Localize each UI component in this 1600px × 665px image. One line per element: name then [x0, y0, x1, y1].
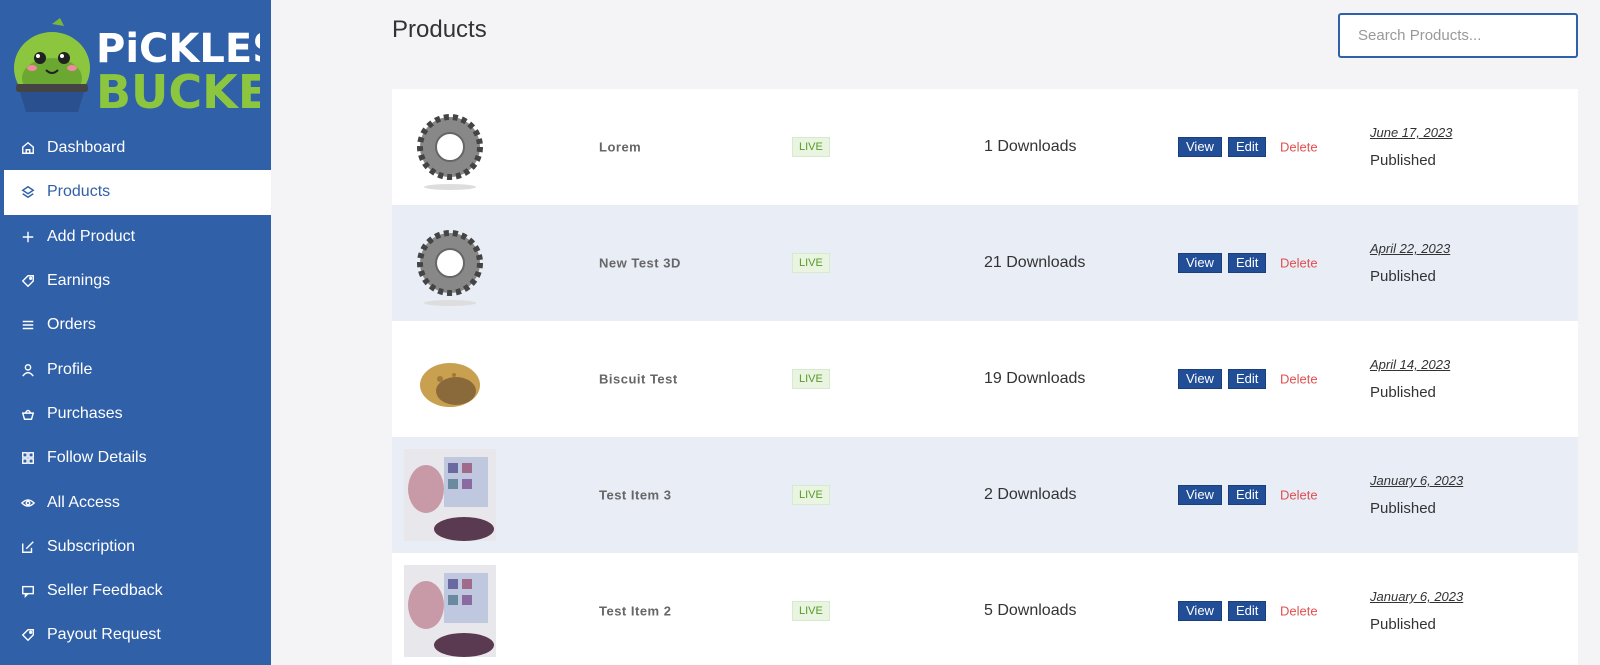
status-badge: LIVE	[792, 137, 830, 157]
status-badge: LIVE	[792, 253, 830, 273]
layers-icon	[20, 184, 36, 200]
publish-status: Published	[1370, 616, 1436, 633]
view-button[interactable]: View	[1178, 485, 1222, 505]
view-button[interactable]: View	[1178, 601, 1222, 621]
table-row: Biscuit Test LIVE 19 Downloads View Edit Dele…	[392, 321, 1578, 437]
delete-button[interactable]: Delete	[1280, 140, 1318, 155]
view-button[interactable]: View	[1178, 369, 1222, 389]
view-button[interactable]: View	[1178, 253, 1222, 273]
sidebar-item-all-access[interactable]: All Access	[0, 480, 271, 524]
photo-icon	[404, 449, 496, 541]
product-thumbnail[interactable]	[404, 565, 496, 657]
edit-button[interactable]: Edit	[1228, 369, 1267, 389]
eye-icon	[20, 495, 36, 511]
product-thumbnail[interactable]	[404, 333, 496, 425]
publish-status: Published	[1370, 500, 1436, 517]
svg-text:BUCKET: BUCKET	[96, 65, 260, 116]
product-date[interactable]: January 6, 2023	[1370, 473, 1463, 488]
product-name[interactable]: New Test 3D	[599, 256, 681, 271]
sidebar-item-label: Add Product	[47, 227, 136, 245]
product-date[interactable]: April 22, 2023	[1370, 241, 1450, 256]
sidebar-item-subscription[interactable]: Subscription	[0, 525, 271, 569]
download-count: 21 Downloads	[984, 254, 1086, 271]
product-thumbnail[interactable]	[404, 217, 496, 309]
status-badge: LIVE	[792, 485, 830, 505]
sidebar-item-purchases[interactable]: Purchases	[0, 392, 271, 436]
sidebar-item-label: Purchases	[47, 404, 123, 422]
table-row: Lorem LIVE 1 Downloads View Edit Delete June 1…	[392, 89, 1578, 205]
sidebar-item-label: Subscription	[47, 537, 136, 555]
product-name[interactable]: Lorem	[599, 140, 641, 155]
sidebar-item-seller-feedback[interactable]: Seller Feedback	[0, 569, 271, 613]
sidebar-item-label: Seller Feedback	[47, 582, 163, 600]
product-thumbnail[interactable]	[404, 101, 496, 193]
product-date[interactable]: June 17, 2023	[1370, 125, 1452, 140]
publish-status: Published	[1370, 152, 1436, 169]
product-date[interactable]: April 14, 2023	[1370, 357, 1450, 372]
chat-icon	[20, 583, 36, 599]
sidebar-item-dashboard[interactable]: Dashboard	[0, 126, 271, 170]
download-count: 2 Downloads	[984, 486, 1077, 503]
delete-button[interactable]: Delete	[1280, 488, 1318, 503]
pickles-bucket-logo[interactable]: PiCKLES BUCKET	[12, 16, 260, 116]
product-name[interactable]: Test Item 3	[599, 488, 671, 503]
product-date[interactable]: January 6, 2023	[1370, 589, 1463, 604]
sidebar-nav: Dashboard Products Add Product Earnings Orde…	[0, 126, 271, 658]
edit-button[interactable]: Edit	[1228, 253, 1267, 273]
publish-status: Published	[1370, 268, 1436, 285]
product-thumbnail[interactable]	[404, 449, 496, 541]
table-row: New Test 3D LIVE 21 Downloads View Edit Delet…	[392, 205, 1578, 321]
product-name[interactable]: Test Item 2	[599, 604, 671, 619]
tag-icon	[20, 627, 36, 643]
sidebar-item-earnings[interactable]: Earnings	[0, 259, 271, 303]
sidebar: PiCKLES BUCKET Dashboard Products Add Prod…	[0, 0, 271, 665]
sidebar-item-label: Products	[47, 183, 111, 201]
products-table: Lorem LIVE 1 Downloads View Edit Delete June 1…	[392, 89, 1578, 665]
search-input[interactable]	[1338, 13, 1578, 58]
sidebar-item-add-product[interactable]: Add Product	[0, 215, 271, 259]
sidebar-item-products[interactable]: Products	[4, 170, 271, 215]
delete-button[interactable]: Delete	[1280, 604, 1318, 619]
sidebar-item-follow-details[interactable]: Follow Details	[0, 436, 271, 480]
edit-button[interactable]: Edit	[1228, 485, 1267, 505]
home-icon	[20, 140, 36, 156]
sidebar-item-label: Orders	[47, 316, 96, 334]
delete-button[interactable]: Delete	[1280, 372, 1318, 387]
status-badge: LIVE	[792, 601, 830, 621]
sidebar-item-label: Payout Request	[47, 626, 161, 644]
sidebar-item-label: Earnings	[47, 272, 111, 290]
cookie-icon	[420, 363, 480, 407]
edit-icon	[20, 539, 36, 555]
table-row: Test Item 2 LIVE 5 Downloads View Edit Delete…	[392, 553, 1578, 665]
gear-icon	[417, 114, 483, 190]
edit-button[interactable]: Edit	[1228, 601, 1267, 621]
photo-icon	[404, 565, 496, 657]
publish-status: Published	[1370, 384, 1436, 401]
tag-icon	[20, 273, 36, 289]
sidebar-item-label: Dashboard	[47, 139, 126, 157]
sidebar-item-profile[interactable]: Profile	[0, 347, 271, 391]
table-row: Test Item 3 LIVE 2 Downloads View Edit Delete…	[392, 437, 1578, 553]
sidebar-item-payout-request[interactable]: Payout Request	[0, 613, 271, 657]
delete-button[interactable]: Delete	[1280, 256, 1318, 271]
list-icon	[20, 317, 36, 333]
product-name[interactable]: Biscuit Test	[599, 372, 678, 387]
basket-icon	[20, 406, 36, 422]
gear-icon	[417, 230, 483, 306]
user-icon	[20, 362, 36, 378]
grid-icon	[20, 450, 36, 466]
plus-icon	[20, 229, 36, 245]
sidebar-item-label: Follow Details	[47, 449, 147, 467]
page-title: Products	[392, 16, 487, 43]
download-count: 1 Downloads	[984, 138, 1077, 155]
status-badge: LIVE	[792, 369, 830, 389]
view-button[interactable]: View	[1178, 137, 1222, 157]
sidebar-item-orders[interactable]: Orders	[0, 303, 271, 347]
download-count: 5 Downloads	[984, 602, 1077, 619]
download-count: 19 Downloads	[984, 370, 1086, 387]
edit-button[interactable]: Edit	[1228, 137, 1267, 157]
sidebar-item-label: Profile	[47, 360, 93, 378]
sidebar-item-label: All Access	[47, 493, 120, 511]
